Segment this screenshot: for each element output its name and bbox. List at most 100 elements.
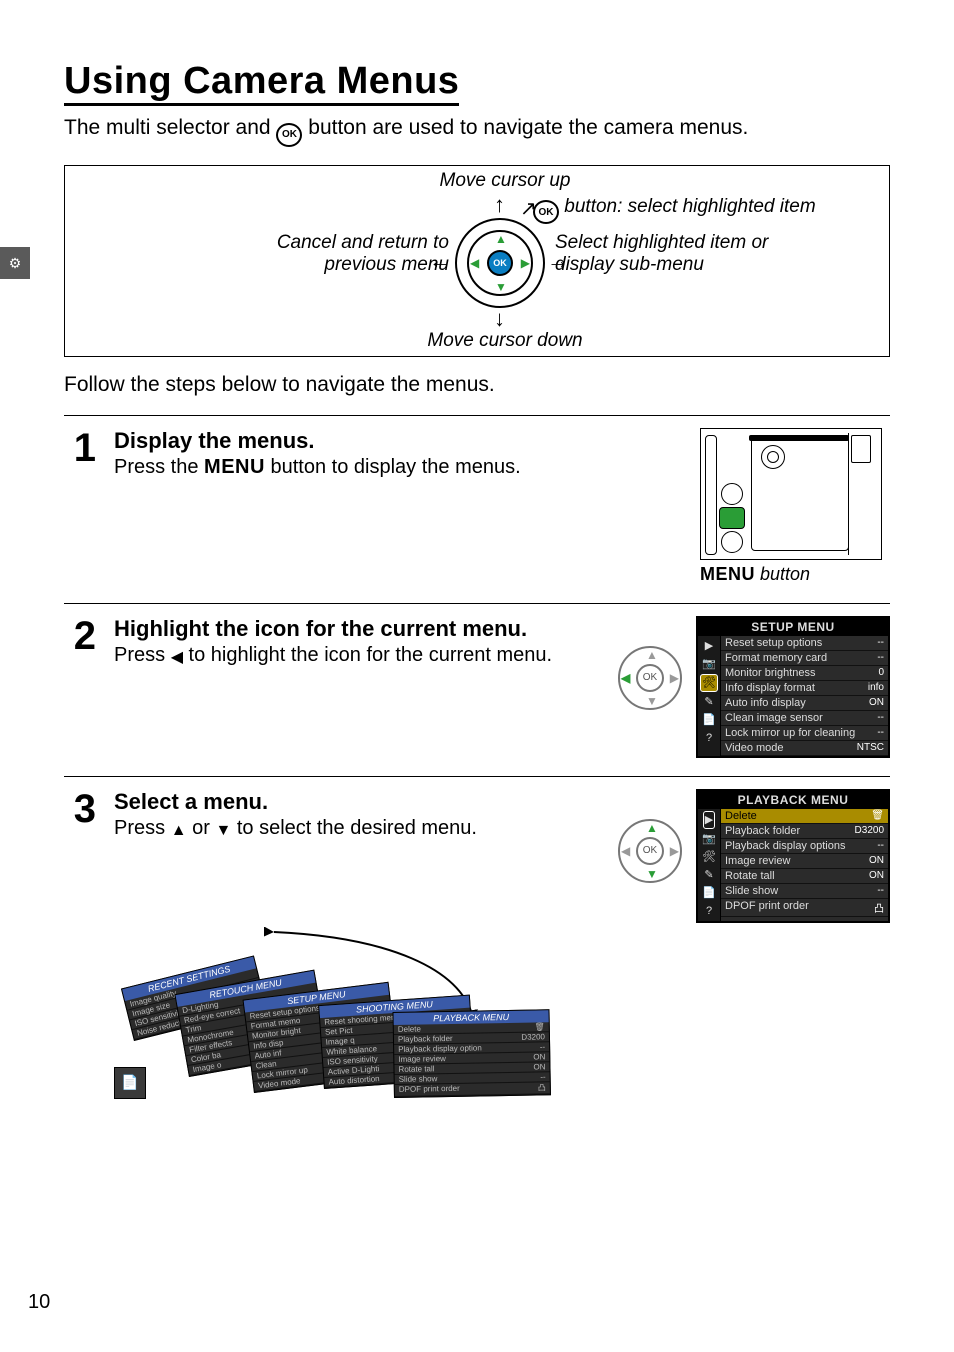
menu-row: Slide show -- [721, 884, 888, 899]
intro-text: The multi selector and OK button are use… [64, 116, 890, 147]
menu-tab-icon: ▶ [705, 638, 713, 654]
arrow-left-icon: ← [429, 248, 451, 274]
down-arrow-icon: ▼ [646, 867, 658, 881]
step-number: 3 [64, 789, 96, 1127]
up-arrow-icon: ▲ [646, 648, 658, 662]
menu-row-value: -- [877, 885, 884, 897]
menu-row-value: -- [877, 712, 884, 724]
label-move-up: Move cursor up [415, 170, 595, 192]
label-select: Select highlighted item or display sub-m… [555, 232, 768, 276]
down-arrow-icon: ▼ [495, 280, 507, 294]
menu-row: Info display format info [721, 681, 888, 696]
menu-row-value: 0 [878, 667, 884, 679]
page-number: 10 [28, 1291, 50, 1314]
menu-row-label: Monitor brightness [725, 667, 816, 679]
menu-row: DPOF print order 凸 [721, 899, 888, 917]
page-title: Using Camera Menus [64, 60, 459, 106]
menu-row-value: -- [877, 637, 884, 649]
menu-row: Video modeNTSC [721, 741, 888, 756]
menu-header: SETUP MENU [698, 618, 888, 636]
menu-row: Playback display options -- [721, 839, 888, 854]
menu-row: Image review ON [721, 854, 888, 869]
up-arrow-icon: ▲ [171, 822, 187, 840]
step-2: 2 Highlight the icon for the current men… [64, 603, 890, 758]
arrow-down-icon: ↓ [494, 306, 505, 332]
menu-row-label: Reset setup options [725, 637, 822, 649]
menu-row-label: Info display format [725, 682, 815, 694]
menu-row-label: Slide show [725, 885, 778, 897]
label-move-down: Move cursor down [415, 330, 595, 352]
left-arrow-icon: ◀ [171, 647, 183, 667]
camera-caption: MENU button [700, 564, 890, 585]
left-arrow-icon: ◀ [621, 844, 630, 858]
section-tab: ⚙ [0, 247, 30, 279]
menu-row: Playback folderD3200 [721, 824, 888, 839]
menu-row-value: ON [869, 870, 884, 882]
menu-button-highlight [719, 507, 745, 529]
menu-row-label: Video mode [725, 742, 784, 754]
fan-side-icon: 📄 [114, 1067, 146, 1099]
right-arrow-icon: ▶ [670, 671, 679, 685]
menu-row: Format memory card -- [721, 651, 888, 666]
ok-button-graphic: OK [487, 250, 513, 276]
mini-selector-left: OK ▲ ▼ ◀ ▶ [618, 646, 682, 710]
up-arrow-icon: ▲ [495, 232, 507, 246]
menu-tab-icon: ? [706, 730, 712, 746]
menu-tab-icon: 📷 [702, 831, 716, 847]
up-arrow-icon: ▲ [646, 821, 658, 835]
menu-tab-icon: ▶ [703, 811, 715, 829]
menu-row-value: -- [877, 727, 884, 739]
menu-row-label: Format memory card [725, 652, 827, 664]
fanned-menu-card: PLAYBACK MENUDelete🗑Playback folderD3200… [392, 1009, 550, 1098]
step-desc: Press ◀ to highlight the icon for the cu… [114, 644, 604, 667]
arrow-up-icon: ↑ [494, 192, 505, 218]
menu-row-label: Playback display options [725, 840, 845, 852]
follow-text: Follow the steps below to navigate the m… [64, 373, 890, 397]
down-arrow-icon: ▼ [215, 822, 231, 840]
step-desc: Press the MENU button to display the men… [114, 456, 686, 479]
menu-row-label: DPOF print order [725, 900, 809, 915]
left-arrow-icon: ◀ [621, 671, 630, 685]
down-arrow-icon: ▼ [646, 694, 658, 708]
step-1: 1 Display the menus. Press the MENU butt… [64, 415, 890, 585]
menu-row-value: 🗑 [871, 810, 884, 822]
menu-row: Monitor brightness 0 [721, 666, 888, 681]
menu-row-value: info [868, 682, 884, 694]
menu-tab-icon: ✎ [704, 694, 713, 710]
menu-row-value: -- [877, 840, 884, 852]
menu-row-label: Image review [725, 855, 790, 867]
menu-row: Rotate tall ON [721, 869, 888, 884]
menu-row: Clean image sensor-- [721, 711, 888, 726]
camera-diagram: MENU button [700, 428, 890, 585]
step-title: Select a menu. [114, 789, 604, 815]
menu-row-label: Playback folder [725, 825, 800, 837]
mini-selector-updown: OK ▲ ▼ ◀ ▶ [618, 819, 682, 883]
setup-menu-screenshot: SETUP MENU ▶📷🛠✎📄? Reset setup options--F… [696, 616, 890, 758]
label-cancel: Cancel and return to previous menu [219, 232, 449, 276]
menu-tab-icon: ✎ [704, 867, 713, 883]
step-desc: Press ▲ or ▼ to select the desired menu. [114, 817, 604, 840]
menu-tab-icon: 🛠 [700, 674, 718, 692]
selector-diagram: Move cursor up Cancel and return to prev… [64, 165, 890, 357]
menu-tab-icon: 🛠 [702, 849, 716, 865]
menu-row-value: ON [869, 855, 884, 867]
arrow-right-icon: → [547, 248, 569, 274]
menu-tab-icon: 📄 [702, 712, 716, 728]
fanned-menus-illustration: 📄 RECENT SETTINGSImage qualityImage size… [154, 957, 524, 1127]
step-title: Highlight the icon for the current menu. [114, 616, 604, 642]
intro-post: button are used to navigate the camera m… [302, 116, 748, 139]
menu-row-label: Rotate tall [725, 870, 775, 882]
right-arrow-icon: ▶ [521, 256, 530, 270]
menu-tab-icon: 📷 [702, 656, 716, 672]
ok-icon: OK [276, 123, 302, 147]
step-title: Display the menus. [114, 428, 686, 454]
step-number: 1 [64, 428, 96, 585]
menu-row: Auto info displayON [721, 696, 888, 711]
multi-selector-graphic: OK ▲ ▼ ◀ ▶ [455, 218, 545, 308]
menu-row-value: -- [877, 652, 884, 664]
menu-row-label: Auto info display [725, 697, 806, 709]
menu-tab-icon: ? [706, 903, 712, 919]
left-arrow-icon: ◀ [470, 256, 479, 270]
menu-row-label: Lock mirror up for cleaning [725, 727, 855, 739]
menu-row-value: 凸 [874, 900, 884, 915]
